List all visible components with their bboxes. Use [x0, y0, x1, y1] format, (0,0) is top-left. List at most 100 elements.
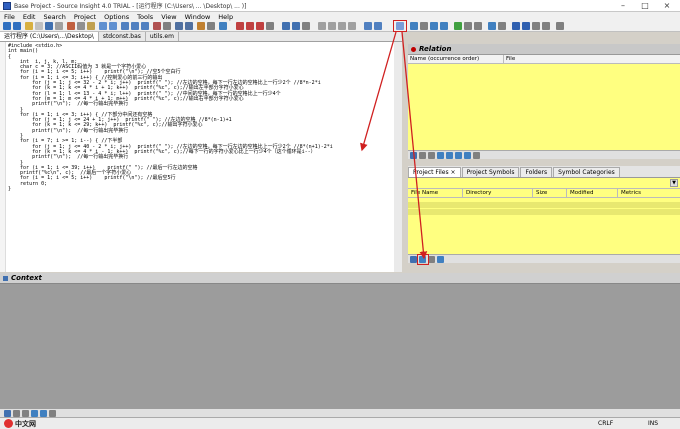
project-files-list[interactable] — [408, 198, 680, 254]
nav-forward-icon[interactable] — [522, 22, 530, 30]
menu-edit[interactable]: Edit — [19, 13, 40, 21]
tool-icon[interactable] — [474, 22, 482, 30]
context-sync-icon[interactable] — [40, 409, 47, 417]
outline2-icon[interactable] — [328, 22, 336, 30]
check-icon[interactable] — [454, 22, 462, 30]
close-button[interactable]: × — [656, 0, 678, 12]
menu-project[interactable]: Project — [70, 13, 100, 21]
undo-icon[interactable] — [99, 22, 107, 30]
context-save-icon[interactable] — [4, 409, 11, 417]
tab-project-symbols[interactable]: Project Symbols — [461, 167, 520, 177]
project-open-icon[interactable] — [428, 255, 435, 263]
window-cascade-icon[interactable] — [292, 22, 300, 30]
menu-options[interactable]: Options — [100, 13, 133, 21]
project-info-icon[interactable] — [437, 255, 444, 263]
folders-icon[interactable] — [420, 22, 428, 30]
maximize-button[interactable]: □ — [634, 0, 656, 12]
back-icon[interactable] — [3, 22, 11, 30]
more-icon[interactable] — [556, 22, 564, 30]
menu-view[interactable]: View — [157, 13, 180, 21]
tab-project-files[interactable]: Project Files × — [408, 167, 461, 177]
menu-search[interactable]: Search — [39, 13, 69, 21]
save-icon[interactable] — [45, 22, 53, 30]
browse-icon[interactable] — [163, 22, 171, 30]
zoom-icon[interactable] — [488, 22, 496, 30]
symbol-icon[interactable] — [185, 22, 193, 30]
nav-list-icon[interactable] — [532, 22, 540, 30]
code-line[interactable]: } — [8, 186, 333, 192]
relation-print-icon[interactable] — [419, 151, 426, 159]
close-icon[interactable]: × — [451, 169, 456, 176]
search-results-icon[interactable] — [464, 22, 472, 30]
tab-symbol-categories[interactable]: Symbol Categories — [553, 167, 620, 177]
jump-icon[interactable] — [175, 22, 183, 30]
search-project-icon[interactable] — [141, 22, 149, 30]
project-add-icon[interactable] — [410, 255, 417, 263]
lookup-icon[interactable] — [197, 22, 205, 30]
menu-window[interactable]: Window — [181, 13, 215, 21]
context-icon[interactable] — [207, 22, 215, 30]
editor-scrollbar[interactable] — [394, 42, 402, 272]
relation-save-icon[interactable] — [410, 151, 417, 159]
sync-icon[interactable] — [219, 22, 227, 30]
layout-icon[interactable] — [236, 22, 244, 30]
outline4-icon[interactable] — [348, 22, 356, 30]
outline3-icon[interactable] — [338, 22, 346, 30]
relation-col-name[interactable]: Name (occurrence order) — [408, 55, 504, 63]
code-editor[interactable]: #include <stdio.h> int main(){ int i, j, … — [0, 42, 402, 272]
window-tile-icon[interactable] — [282, 22, 290, 30]
col-size[interactable]: Size — [533, 189, 567, 197]
project-symbols-icon[interactable] — [410, 22, 418, 30]
tab-main-file[interactable]: 运行程序 (C:\Users\...\Desktop\ — [0, 32, 99, 41]
layout2-icon[interactable] — [246, 22, 254, 30]
tab-stdconst[interactable]: stdconst.bas — [99, 32, 146, 41]
col-directory[interactable]: Directory — [463, 189, 533, 197]
relation-refresh-icon[interactable] — [437, 151, 444, 159]
redo-icon[interactable] — [109, 22, 117, 30]
code-text[interactable]: #include <stdio.h> int main(){ int i, j, … — [8, 43, 333, 192]
context-copy-icon[interactable] — [13, 409, 20, 417]
relation-col-file[interactable]: File — [504, 55, 680, 63]
relation-graph-icon[interactable] — [446, 151, 453, 159]
forward-icon[interactable] — [13, 22, 21, 30]
outline-icon[interactable] — [318, 22, 326, 30]
bookmark-icon[interactable] — [153, 22, 161, 30]
paste-icon[interactable] — [87, 22, 95, 30]
relation-list[interactable] — [408, 64, 680, 150]
col-modified[interactable]: Modified — [567, 189, 618, 197]
replace-icon[interactable] — [131, 22, 139, 30]
tab-utils[interactable]: utils.em — [146, 32, 179, 41]
nav-list2-icon[interactable] — [542, 22, 550, 30]
context-print-icon[interactable] — [22, 409, 29, 417]
menu-file[interactable]: File — [0, 13, 19, 21]
tab-folders[interactable]: Folders — [520, 167, 553, 177]
list-item[interactable] — [408, 202, 680, 208]
find-icon[interactable] — [121, 22, 129, 30]
print-icon[interactable] — [55, 22, 63, 30]
minimize-button[interactable]: – — [612, 0, 634, 12]
panel-icon[interactable] — [266, 22, 274, 30]
col-file-name[interactable]: File Name — [408, 189, 463, 197]
context-lock-icon[interactable] — [31, 409, 38, 417]
window-split-icon[interactable] — [302, 22, 310, 30]
copy-icon[interactable] — [77, 22, 85, 30]
context-options-icon[interactable] — [49, 409, 56, 417]
relation-options-icon[interactable] — [473, 151, 480, 159]
chevron-down-icon[interactable]: ▼ — [670, 179, 678, 187]
new-file-icon[interactable] — [25, 22, 33, 30]
relation-icon[interactable] — [364, 22, 372, 30]
relation-copy-icon[interactable] — [428, 151, 435, 159]
layout3-icon[interactable] — [256, 22, 264, 30]
list-item[interactable] — [408, 209, 680, 215]
clip-window-icon[interactable] — [440, 22, 448, 30]
grid-icon[interactable] — [498, 22, 506, 30]
menu-help[interactable]: Help — [214, 13, 237, 21]
col-metrics[interactable]: Metrics — [618, 189, 680, 197]
symbol-window-icon[interactable] — [430, 22, 438, 30]
relation2-icon[interactable] — [374, 22, 382, 30]
menu-tools[interactable]: Tools — [133, 13, 157, 21]
cut-icon[interactable] — [67, 22, 75, 30]
nav-back-icon[interactable] — [512, 22, 520, 30]
open-file-icon[interactable] — [35, 22, 43, 30]
project-files-filter-input[interactable]: ▼ — [408, 178, 680, 189]
